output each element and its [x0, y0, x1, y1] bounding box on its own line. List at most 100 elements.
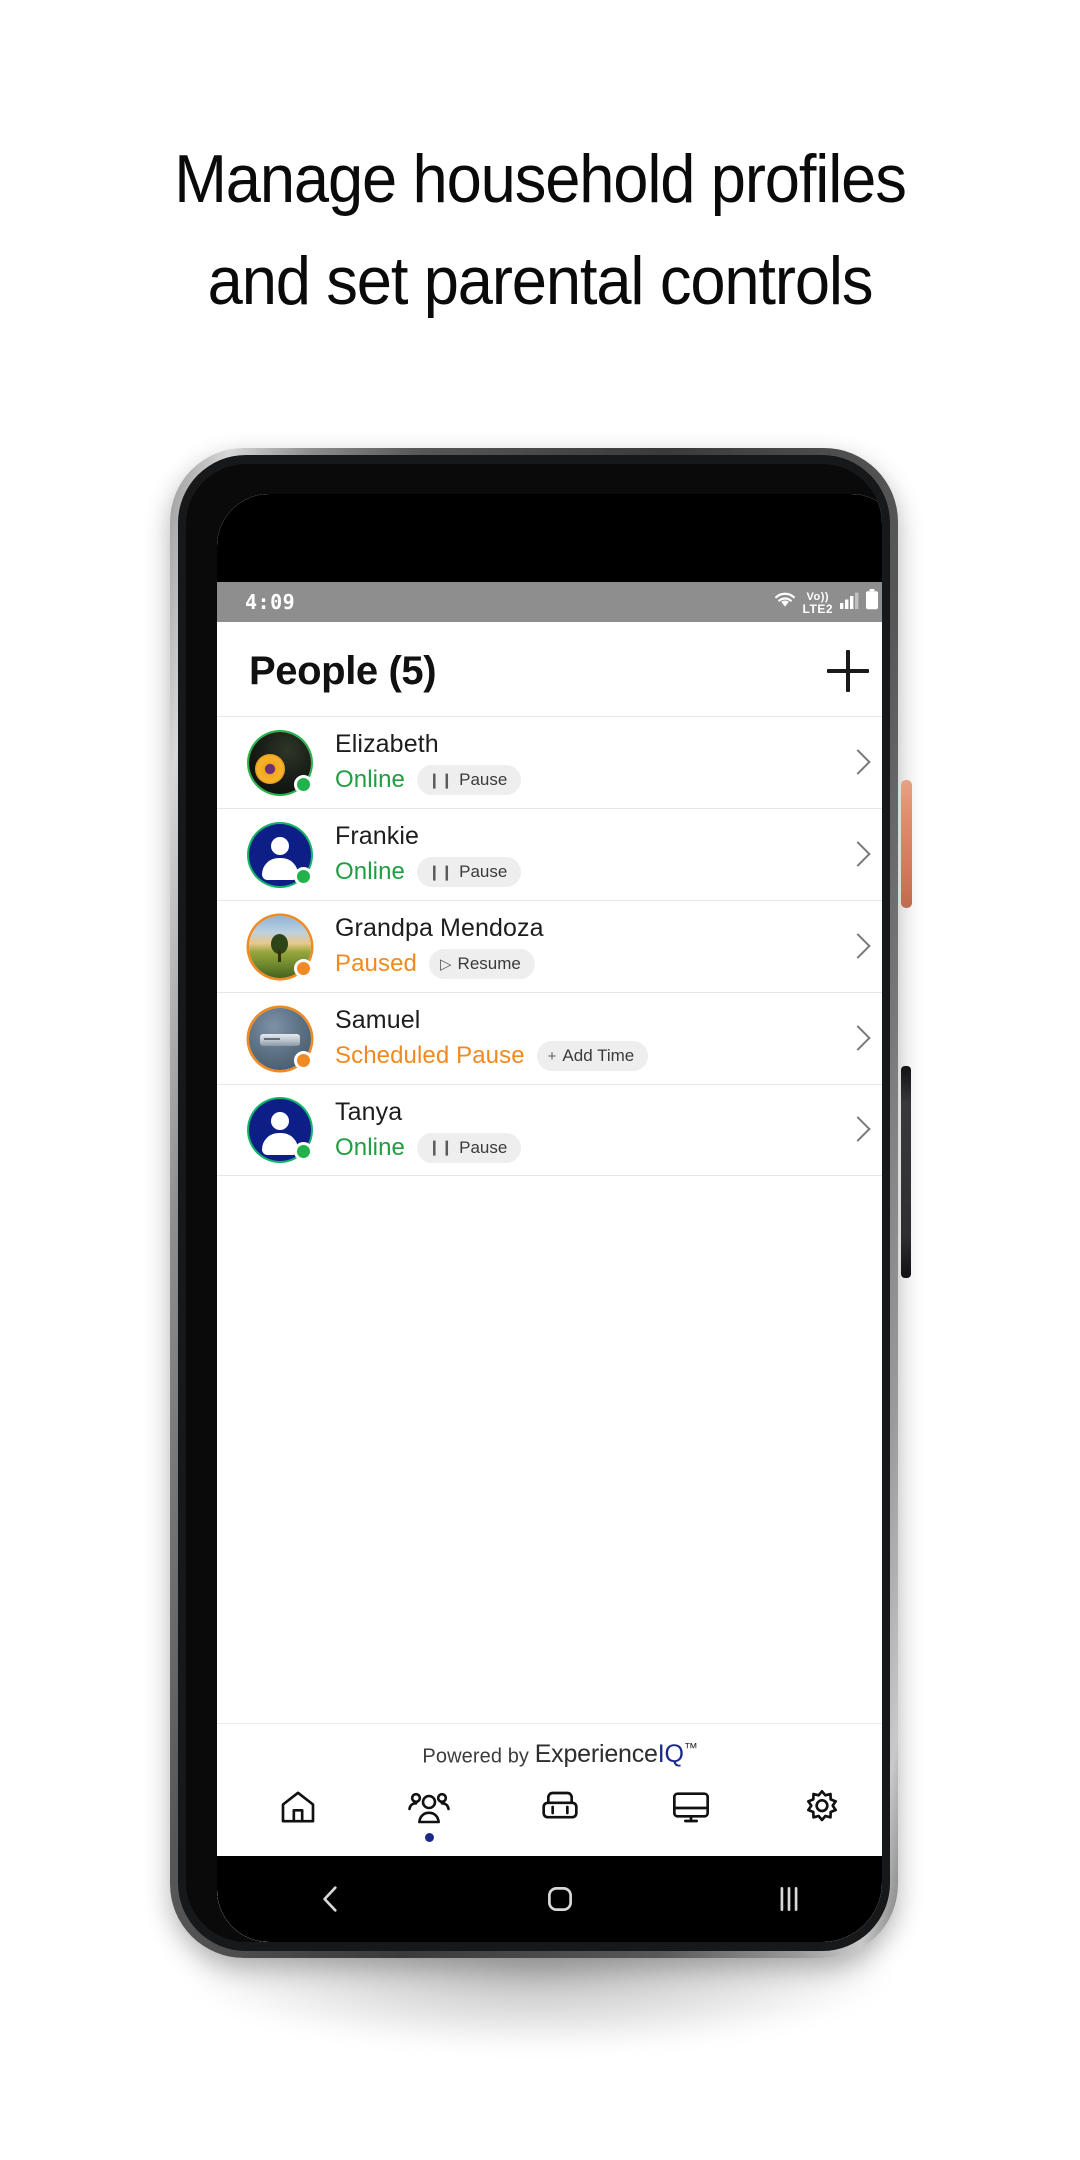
- status-dot-online: [294, 1142, 313, 1161]
- table-row[interactable]: Grandpa Mendoza Paused ▷ Resume: [217, 900, 882, 992]
- page-title-line-1: Manage household profiles: [174, 141, 907, 217]
- volte-indicator: Vo)) LTE2: [802, 591, 833, 616]
- app-header: People (5): [217, 622, 882, 716]
- avatar: [249, 731, 313, 794]
- status-dot-paused: [294, 1050, 313, 1070]
- status-badge: Online: [335, 858, 405, 885]
- add-time-chip-button[interactable]: + Add Time: [536, 1041, 649, 1071]
- gear-icon: [800, 1787, 844, 1827]
- phone-bezel: 4:09 Vo)) LTE2 People (5) Elizabeth Onli…: [186, 464, 882, 1942]
- table-row[interactable]: Frankie Online ❙❙ Pause: [217, 808, 882, 900]
- battery-icon: [865, 589, 879, 615]
- phone-screen: 4:09 Vo)) LTE2 People (5) Elizabeth Onli…: [217, 494, 882, 1942]
- chip-label: Add Time: [562, 1046, 635, 1065]
- play-icon: ▷: [440, 955, 452, 973]
- list-empty-space: [217, 1176, 882, 1723]
- nav-item-devices[interactable]: [635, 1787, 747, 1842]
- pause-chip-button[interactable]: ❙❙ Pause: [416, 857, 522, 887]
- table-row[interactable]: Elizabeth Online ❙❙ Pause: [217, 716, 882, 808]
- nav-active-dot: [817, 1833, 826, 1842]
- brand-main: Experience: [534, 1740, 658, 1768]
- person-info: Grandpa Mendoza Paused ▷ Resume: [335, 914, 843, 979]
- avatar: [249, 1007, 313, 1070]
- person-info: Tanya Online ❙❙ Pause: [335, 1098, 843, 1163]
- chevron-right-icon[interactable]: [843, 746, 873, 780]
- status-badge: Online: [335, 1133, 405, 1161]
- wifi-icon: [773, 590, 797, 615]
- router-icon: [538, 1787, 582, 1827]
- nav-active-dot: [555, 1833, 564, 1842]
- chip-label: Pause: [459, 1137, 508, 1157]
- screen-notch-area: [217, 494, 882, 582]
- powered-by-footer: Powered by ExperienceIQ™: [217, 1722, 882, 1781]
- powered-prefix: Powered by: [422, 1745, 535, 1767]
- status-dot-paused: [294, 958, 313, 978]
- pause-chip-button[interactable]: ❙❙ Pause: [416, 1132, 522, 1163]
- table-row[interactable]: Samuel Scheduled Pause + Add Time: [217, 992, 882, 1084]
- nav-active-dot: [294, 1833, 303, 1842]
- people-list: Elizabeth Online ❙❙ Pause Frankie Online…: [217, 716, 882, 1176]
- people-icon: [407, 1787, 451, 1827]
- nav-active-dot: [686, 1833, 695, 1842]
- status-bar-icons: Vo)) LTE2: [773, 589, 879, 615]
- page-title: Manage household profiles and set parent…: [38, 128, 1042, 332]
- person-name: Frankie: [335, 822, 420, 850]
- status-badge: Online: [335, 766, 405, 793]
- signal-bars-icon: [839, 590, 859, 615]
- pause-icon: ❙❙: [427, 863, 454, 881]
- person-info: Elizabeth Online ❙❙ Pause: [335, 730, 843, 795]
- chip-label: Pause: [459, 770, 508, 789]
- phone-mockup: 4:09 Vo)) LTE2 People (5) Elizabeth Onli…: [160, 448, 912, 2050]
- android-navigation-bar: [217, 1856, 882, 1942]
- android-home-button[interactable]: [500, 1882, 620, 1916]
- pause-icon: ❙❙: [427, 1139, 454, 1156]
- power-button[interactable]: [901, 780, 912, 908]
- chevron-right-icon[interactable]: [843, 930, 873, 964]
- android-back-button[interactable]: [271, 1882, 391, 1916]
- person-status-line: Scheduled Pause + Add Time: [335, 1041, 843, 1071]
- person-name: Elizabeth: [335, 730, 439, 758]
- home-icon: [276, 1787, 320, 1827]
- plus-icon: +: [547, 1047, 557, 1065]
- person-info: Samuel Scheduled Pause + Add Time: [335, 1006, 843, 1071]
- pause-icon: ❙❙: [427, 771, 454, 789]
- avatar: [249, 823, 313, 886]
- person-name: Tanya: [335, 1097, 403, 1126]
- android-recents-button[interactable]: [729, 1882, 849, 1916]
- chevron-right-icon[interactable]: [843, 838, 873, 872]
- avatar: [249, 1099, 313, 1161]
- nav-item-home[interactable]: [242, 1787, 354, 1842]
- resume-chip-button[interactable]: ▷ Resume: [429, 949, 535, 979]
- status-bar: 4:09 Vo)) LTE2: [217, 582, 882, 622]
- chevron-right-icon[interactable]: [843, 1113, 873, 1147]
- person-status-line: Online ❙❙ Pause: [335, 857, 843, 887]
- status-bar-time: 4:09: [245, 590, 296, 614]
- person-status-line: Online ❙❙ Pause: [335, 765, 843, 795]
- brand-name: ExperienceIQ™: [535, 1740, 698, 1768]
- add-person-button[interactable]: [825, 648, 871, 694]
- avatar: [249, 915, 313, 978]
- nav-item-people[interactable]: [373, 1787, 485, 1842]
- chip-label: Resume: [457, 954, 521, 973]
- monitor-icon: [669, 1787, 713, 1827]
- person-name: Grandpa Mendoza: [335, 914, 544, 942]
- status-badge: Paused: [335, 950, 417, 977]
- pause-chip-button[interactable]: ❙❙ Pause: [416, 765, 522, 795]
- person-info: Frankie Online ❙❙ Pause: [335, 822, 843, 887]
- chevron-right-icon[interactable]: [843, 1022, 873, 1056]
- nav-item-settings[interactable]: [766, 1787, 878, 1842]
- brand-accent: IQ: [657, 1740, 684, 1768]
- bottom-navigation: [217, 1781, 882, 1856]
- nav-item-network[interactable]: [504, 1787, 616, 1842]
- page-title-line-2: and set parental controls: [207, 243, 874, 319]
- status-dot-online: [294, 774, 313, 794]
- table-row[interactable]: Tanya Online ❙❙ Pause: [217, 1084, 882, 1176]
- status-badge: Scheduled Pause: [335, 1042, 525, 1069]
- trademark-symbol: ™: [683, 1739, 698, 1756]
- person-status-line: Online ❙❙ Pause: [335, 1132, 843, 1163]
- person-status-line: Paused ▷ Resume: [335, 949, 843, 979]
- volume-rocker[interactable]: [901, 1066, 911, 1278]
- screenshot-root: Manage household profiles and set parent…: [0, 0, 1080, 2160]
- app-content: People (5) Elizabeth Online ❙❙ Pause Fra…: [217, 622, 882, 1942]
- status-dot-online: [294, 866, 313, 886]
